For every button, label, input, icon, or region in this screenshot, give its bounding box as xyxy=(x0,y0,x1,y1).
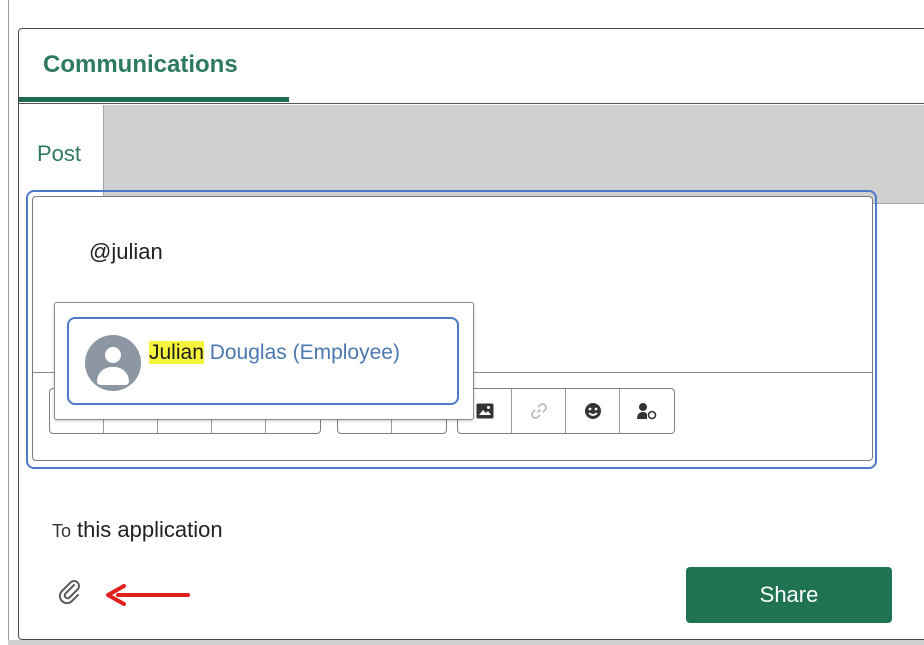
link-icon xyxy=(530,403,547,419)
insert-emoji-button[interactable] xyxy=(566,389,620,433)
emoji-icon xyxy=(584,403,601,419)
image-icon xyxy=(476,403,493,419)
avatar-head xyxy=(105,347,121,363)
insert-mention-button[interactable] xyxy=(620,389,674,433)
outer-frame-line xyxy=(8,0,9,645)
avatar-body xyxy=(97,367,129,385)
red-arrow-icon xyxy=(106,584,190,606)
communications-tab-title[interactable]: Communications xyxy=(43,51,238,79)
mention-user-icon xyxy=(637,403,657,420)
to-label: To xyxy=(52,521,72,541)
share-button[interactable]: Share xyxy=(686,567,892,623)
mention-suggestions-popup: Julian Douglas (Employee) xyxy=(54,302,474,420)
active-tab-underline xyxy=(19,97,289,102)
tab-post[interactable]: Post xyxy=(37,141,81,167)
user-avatar-icon xyxy=(85,335,141,391)
to-value[interactable]: this application xyxy=(77,517,223,542)
editor-text[interactable]: @julian xyxy=(89,239,163,265)
bottom-strip xyxy=(8,640,924,645)
mention-suggestion-item[interactable]: Julian Douglas (Employee) xyxy=(67,317,459,405)
mention-user-name: Julian Douglas (Employee) xyxy=(149,341,400,365)
insert-link-button[interactable] xyxy=(512,389,566,433)
card-header: Communications xyxy=(19,29,924,104)
insert-toolbar-group xyxy=(457,388,675,434)
paperclip-icon[interactable] xyxy=(56,578,84,606)
mention-match-highlight: Julian xyxy=(149,341,204,364)
recipient-row: To this application xyxy=(52,517,223,543)
mention-name-rest: Douglas (Employee) xyxy=(203,341,400,364)
